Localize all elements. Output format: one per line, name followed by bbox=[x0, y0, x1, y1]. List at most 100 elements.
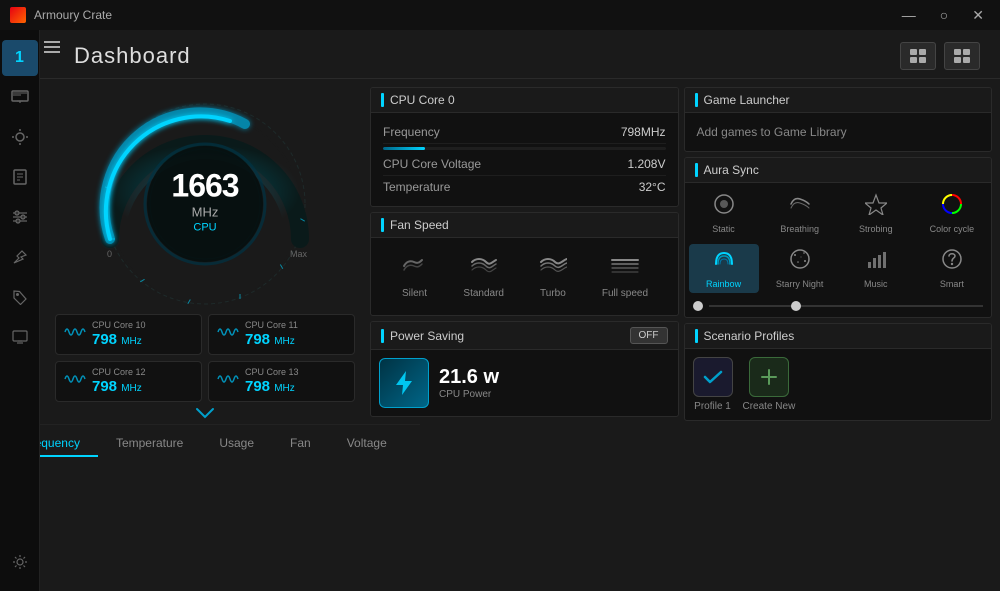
aura-starrynight-label: Starry Night bbox=[776, 279, 824, 289]
fan-speed-header: Fan Speed bbox=[371, 213, 678, 238]
colorcycle-icon bbox=[941, 193, 963, 221]
minimize-button[interactable]: — bbox=[896, 5, 922, 26]
core-11-info: CPU Core 11 798 MHz bbox=[245, 320, 346, 349]
cpu-core0-title: CPU Core 0 bbox=[390, 93, 455, 107]
panel-accent-power bbox=[381, 329, 384, 343]
fan-speed-title: Fan Speed bbox=[390, 218, 449, 232]
fan-silent-label: Silent bbox=[402, 288, 427, 299]
panel-accent bbox=[381, 93, 384, 107]
aura-option-strobing[interactable]: Strobing bbox=[841, 189, 911, 238]
aura-sync-header: Aura Sync bbox=[685, 158, 992, 183]
power-saving-title: Power Saving bbox=[390, 329, 464, 343]
aura-option-colorcycle[interactable]: Color cycle bbox=[917, 189, 987, 238]
aura-option-rainbow[interactable]: Rainbow bbox=[689, 244, 759, 293]
aura-option-breathing[interactable]: Breathing bbox=[765, 189, 835, 238]
gauge-container: 0 Max 1663 MHz CPU bbox=[85, 89, 325, 309]
cpu-core0-panel: CPU Core 0 Frequency 798MHz bbox=[370, 87, 679, 207]
core-card-13: CPU Core 13 798 MHz bbox=[208, 361, 355, 402]
sidebar-item-monitor[interactable] bbox=[2, 320, 38, 356]
aura-slider-track[interactable] bbox=[709, 305, 984, 307]
aura-option-starrynight[interactable]: Starry Night bbox=[765, 244, 835, 293]
aura-strobing-label: Strobing bbox=[859, 224, 893, 234]
power-saving-header: Power Saving OFF bbox=[371, 322, 678, 350]
sidebar-item-home[interactable]: 1 bbox=[2, 40, 38, 76]
view-grid-button[interactable] bbox=[900, 42, 936, 70]
panels-right-col: Game Launcher Add games to Game Library … bbox=[684, 87, 993, 583]
aura-slider-thumb[interactable] bbox=[791, 301, 801, 311]
sidebar-item-storage[interactable] bbox=[2, 160, 38, 196]
content-area: Dashboard bbox=[40, 30, 1000, 591]
core-13-name: CPU Core 13 bbox=[245, 367, 346, 378]
fan-speed-panel: Fan Speed bbox=[370, 212, 679, 316]
aura-icon bbox=[11, 128, 29, 149]
fan-full-label: Full speed bbox=[602, 288, 648, 299]
profile-create-new[interactable]: Create New bbox=[743, 357, 796, 412]
sidebar-item-devices[interactable] bbox=[2, 80, 38, 116]
gauge-value: 1663 bbox=[171, 167, 238, 203]
scenario-profiles-content: Profile 1 Create New bbox=[685, 349, 992, 420]
sidebar-item-aura[interactable] bbox=[2, 120, 38, 156]
aura-slider-dot[interactable] bbox=[693, 301, 703, 311]
freq-value: 798MHz bbox=[621, 125, 666, 139]
header: Dashboard bbox=[40, 30, 1000, 79]
close-button[interactable]: ✕ bbox=[966, 5, 990, 26]
fan-option-silent[interactable]: Silent bbox=[400, 254, 428, 299]
fan-full-icon bbox=[611, 254, 639, 284]
core-card-11: CPU Core 11 798 MHz bbox=[208, 314, 355, 355]
cores-grid: CPU Core 10 798 MHz CPU Core 11 798 M bbox=[50, 314, 360, 402]
svg-text:0: 0 bbox=[107, 249, 112, 259]
sidebar-item-tag[interactable] bbox=[2, 280, 38, 316]
panel-accent-game bbox=[695, 93, 698, 107]
breathing-icon bbox=[789, 193, 811, 221]
freq-bar bbox=[383, 147, 666, 150]
core-13-val: 798 MHz bbox=[245, 378, 346, 396]
aura-sync-title: Aura Sync bbox=[704, 163, 759, 177]
power-info: 21.6 w CPU Power bbox=[439, 366, 499, 400]
voltage-label: CPU Core Voltage bbox=[383, 157, 481, 171]
fan-standard-label: Standard bbox=[463, 288, 504, 299]
scroll-down-indicator[interactable] bbox=[195, 406, 215, 424]
aura-option-smart[interactable]: Smart bbox=[917, 244, 987, 293]
starrynight-icon bbox=[789, 248, 811, 276]
app-name: Armoury Crate bbox=[34, 8, 112, 22]
power-toggle-button[interactable]: OFF bbox=[630, 327, 668, 344]
view-list-button[interactable] bbox=[944, 42, 980, 70]
sidebar-item-tools[interactable] bbox=[2, 240, 38, 276]
core-card-12: CPU Core 12 798 MHz bbox=[55, 361, 202, 402]
aura-icons-grid: Static bbox=[685, 183, 992, 299]
core-11-name: CPU Core 11 bbox=[245, 320, 346, 331]
game-launcher-content: Add games to Game Library bbox=[685, 113, 992, 151]
game-launcher-empty: Add games to Game Library bbox=[697, 125, 847, 139]
aura-music-label: Music bbox=[864, 279, 888, 289]
aura-option-static[interactable]: Static bbox=[689, 189, 759, 238]
tab-usage[interactable]: Usage bbox=[201, 431, 272, 457]
aura-static-label: Static bbox=[712, 224, 735, 234]
sidebar-item-settings[interactable] bbox=[2, 545, 38, 581]
sidebar-item-sliders[interactable] bbox=[2, 200, 38, 236]
sidebar: 1 bbox=[0, 30, 40, 591]
create-new-label: Create New bbox=[743, 401, 796, 412]
fan-option-standard[interactable]: Standard bbox=[463, 254, 504, 299]
tools-icon bbox=[12, 249, 28, 268]
page-title: Dashboard bbox=[74, 43, 191, 69]
tab-temperature[interactable]: Temperature bbox=[98, 431, 201, 457]
maximize-button[interactable]: ○ bbox=[934, 5, 954, 26]
fan-option-turbo[interactable]: Turbo bbox=[539, 254, 567, 299]
gauge-center: 1663 MHz CPU bbox=[171, 167, 238, 233]
aura-rainbow-label: Rainbow bbox=[706, 279, 741, 289]
rainbow-icon bbox=[713, 248, 735, 276]
aura-option-music[interactable]: Music bbox=[841, 244, 911, 293]
aura-slider-row bbox=[685, 299, 992, 317]
fan-option-full[interactable]: Full speed bbox=[602, 254, 648, 299]
panel-accent-scenario bbox=[695, 329, 698, 343]
hamburger-icon[interactable] bbox=[44, 38, 60, 56]
profile-1-label: Profile 1 bbox=[694, 401, 731, 412]
profile-item-1[interactable]: Profile 1 bbox=[693, 357, 733, 412]
titlebar-left: Armoury Crate bbox=[10, 7, 112, 23]
tab-frequency[interactable]: Frequency bbox=[40, 431, 98, 457]
gauge-label: CPU bbox=[171, 221, 238, 233]
tab-fan[interactable]: Fan bbox=[272, 431, 329, 457]
aura-breathing-label: Breathing bbox=[780, 224, 819, 234]
svg-text:Max: Max bbox=[290, 249, 308, 259]
sliders-icon bbox=[11, 210, 29, 227]
